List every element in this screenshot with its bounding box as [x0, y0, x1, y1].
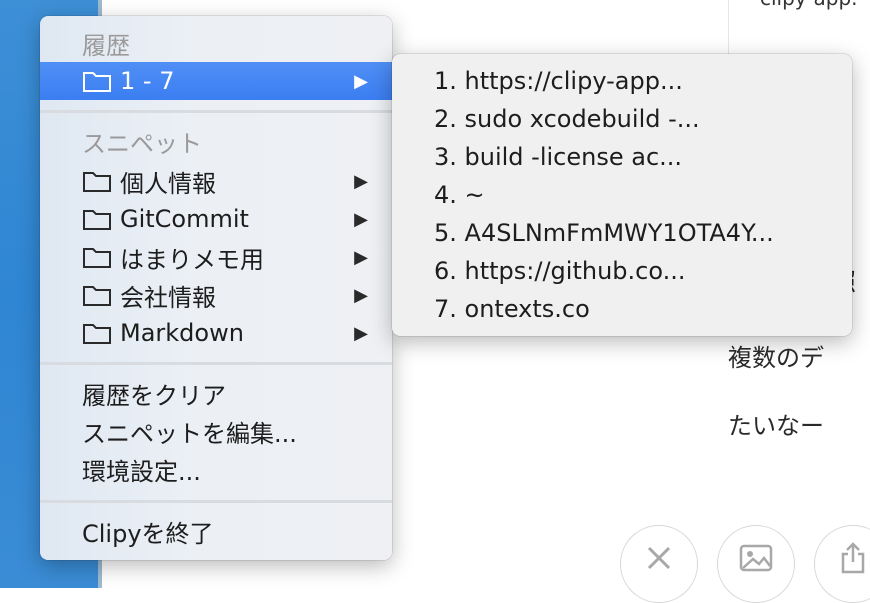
history-item-1[interactable]: 1. https://clipy-app... — [392, 62, 852, 100]
submenu-arrow-icon: ▶ — [354, 171, 368, 192]
snippet-folder-company[interactable]: 会社情報 ▶ — [40, 276, 392, 314]
clear-history-item[interactable]: 履歴をクリア — [40, 374, 392, 412]
clipy-menu: 履歴 1 - 7 ▶ スニペット 個人情報 ▶ GitCommit ▶ はまりメ… — [40, 16, 392, 560]
close-icon — [647, 546, 671, 570]
background-top-text: clipy-app. — [760, 0, 858, 10]
submenu-arrow-icon: ▶ — [354, 323, 368, 344]
snippet-folder-markdown[interactable]: Markdown ▶ — [40, 314, 392, 352]
snippet-folder-label: GitCommit — [120, 205, 249, 233]
snippet-folder-memo[interactable]: はまりメモ用 ▶ — [40, 238, 392, 276]
snippet-folder-personal[interactable]: 個人情報 ▶ — [40, 162, 392, 200]
separator — [40, 110, 392, 113]
snippets-header: スニペット — [82, 129, 202, 158]
history-folder-1-7[interactable]: 1 - 7 ▶ — [40, 62, 392, 100]
submenu-arrow-icon: ▶ — [354, 71, 368, 92]
history-header: 履歴 — [82, 31, 130, 60]
edit-snippets-item[interactable]: スニペットを編集... — [40, 412, 392, 450]
snippet-folder-label: Markdown — [120, 319, 244, 347]
share-button[interactable] — [814, 525, 870, 603]
share-icon — [841, 542, 865, 574]
history-item-2[interactable]: 2. sudo xcodebuild -... — [392, 100, 852, 138]
snippet-folder-label: はまりメモ用 — [120, 245, 264, 274]
close-button[interactable] — [620, 525, 698, 603]
image-icon — [739, 544, 773, 572]
folder-icon — [83, 248, 111, 268]
preferences-item[interactable]: 環境設定... — [40, 450, 392, 488]
submenu-arrow-icon: ▶ — [354, 285, 368, 306]
snippet-folder-label: 会社情報 — [120, 283, 216, 312]
history-item-3[interactable]: 3. build -license ac... — [392, 138, 852, 176]
background-text-line-3: 複数のデ — [728, 344, 824, 372]
separator — [40, 500, 392, 503]
folder-icon — [83, 210, 111, 230]
history-submenu: 1. https://clipy-app... 2. sudo xcodebui… — [392, 54, 852, 336]
background-text-line-4: たいなー — [728, 412, 824, 440]
submenu-arrow-icon: ▶ — [354, 247, 368, 268]
history-item-4[interactable]: 4. ~ — [392, 176, 852, 214]
snippet-folder-label: 個人情報 — [120, 169, 216, 198]
folder-icon — [83, 172, 111, 192]
background-divider — [728, 0, 729, 60]
history-item-6[interactable]: 6. https://github.co... — [392, 252, 852, 290]
submenu-arrow-icon: ▶ — [354, 209, 368, 230]
folder-icon — [83, 72, 111, 92]
image-button[interactable] — [717, 525, 795, 603]
folder-icon — [83, 324, 111, 344]
folder-icon — [83, 286, 111, 306]
history-item-7[interactable]: 7. ontexts.co — [392, 290, 852, 328]
history-folder-label: 1 - 7 — [120, 67, 175, 95]
history-item-5[interactable]: 5. A4SLNmFmMWY1OTA4Y... — [392, 214, 852, 252]
snippet-folder-gitcommit[interactable]: GitCommit ▶ — [40, 200, 392, 238]
separator — [40, 362, 392, 365]
quit-clipy-item[interactable]: Clipyを終了 — [40, 512, 392, 550]
